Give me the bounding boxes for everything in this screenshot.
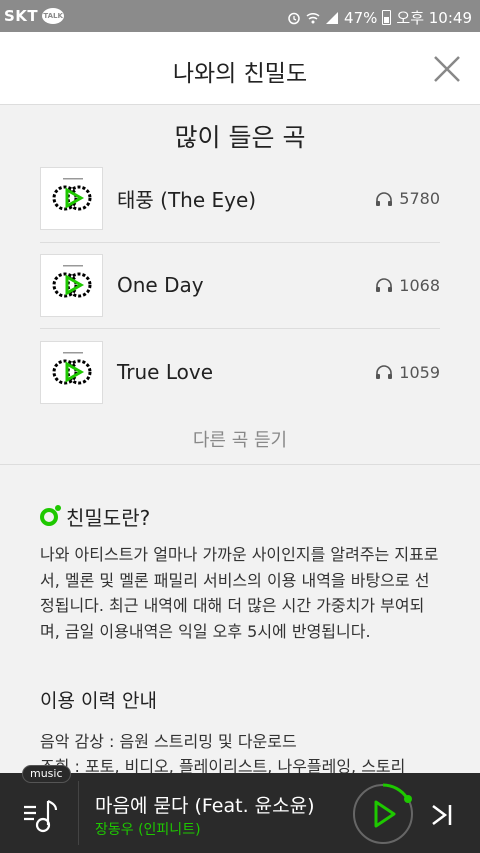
- more-songs-button[interactable]: 다른 곡 듣기: [0, 426, 480, 452]
- music-tag: music: [22, 765, 71, 783]
- alarm-icon: [288, 12, 300, 24]
- headphones-icon: [376, 278, 393, 293]
- battery-percent: 47%: [344, 8, 378, 27]
- album-art[interactable]: [40, 167, 103, 231]
- history-title: 이용 이력 안내: [40, 690, 157, 712]
- mini-player[interactable]: music 마음에 묻다 (Feat. 윤소윤) 장동우 (인피니트): [0, 765, 480, 853]
- now-playing-artist[interactable]: 장동우 (인피니트): [95, 819, 201, 839]
- song-title[interactable]: One Day: [117, 273, 375, 297]
- play-count: 5780: [375, 189, 440, 208]
- play-icon[interactable]: [352, 783, 414, 845]
- history-listening: 음악 감상 : 음원 스트리밍 및 다운로드: [40, 732, 297, 751]
- wifi-icon: [306, 12, 320, 23]
- section-divider: [0, 464, 480, 465]
- melon-dot-icon: [40, 504, 61, 526]
- album-logo-icon: [52, 264, 92, 298]
- battery-icon: [382, 10, 392, 25]
- headphones-icon: [376, 191, 393, 206]
- play-count-value: 1068: [399, 275, 440, 295]
- album-logo-icon: [52, 351, 92, 385]
- carrier-label: SKT: [4, 7, 39, 25]
- playlist-icon[interactable]: [20, 793, 64, 837]
- player-divider: [78, 781, 79, 845]
- headphones-icon: [376, 365, 393, 380]
- song-row[interactable]: One Day 1068: [40, 243, 440, 329]
- status-bar: SKT TALK 47% 오후 10:49: [0, 0, 480, 32]
- top-songs-title: 많이 들은 곡: [174, 123, 306, 152]
- page-title: 나와의 친밀도: [172, 61, 308, 87]
- song-title[interactable]: True Love: [117, 360, 375, 384]
- song-row[interactable]: 태풍 (The Eye) 5780: [40, 156, 440, 243]
- song-title[interactable]: 태풍 (The Eye): [117, 184, 375, 213]
- album-logo-icon: [52, 178, 92, 211]
- close-icon[interactable]: [432, 54, 462, 84]
- top-songs-list: 태풍 (The Eye) 5780 One Day 1068 True Love…: [40, 156, 440, 416]
- next-track-icon[interactable]: [428, 801, 456, 829]
- play-count: 1059: [375, 363, 440, 382]
- intimacy-description: 나와 아티스트가 얼마나 가까운 사이인지를 알려주는 지표로서, 멜론 및 멜…: [40, 545, 439, 641]
- intimacy-title: 친밀도란?: [66, 506, 151, 530]
- song-row[interactable]: True Love 1059: [40, 329, 440, 416]
- album-art[interactable]: [40, 253, 103, 317]
- now-playing-title[interactable]: 마음에 묻다 (Feat. 윤소윤): [95, 791, 315, 818]
- talk-badge-icon: TALK: [42, 8, 65, 24]
- album-art[interactable]: [40, 340, 103, 404]
- play-count-value: 1059: [399, 362, 440, 382]
- play-count: 1068: [375, 276, 440, 295]
- play-count-value: 5780: [399, 189, 440, 209]
- clock: 오후 10:49: [396, 9, 472, 27]
- signal-icon: [326, 11, 339, 24]
- header: 나와의 친밀도: [0, 32, 480, 105]
- intimacy-heading: 친밀도란?: [40, 502, 150, 531]
